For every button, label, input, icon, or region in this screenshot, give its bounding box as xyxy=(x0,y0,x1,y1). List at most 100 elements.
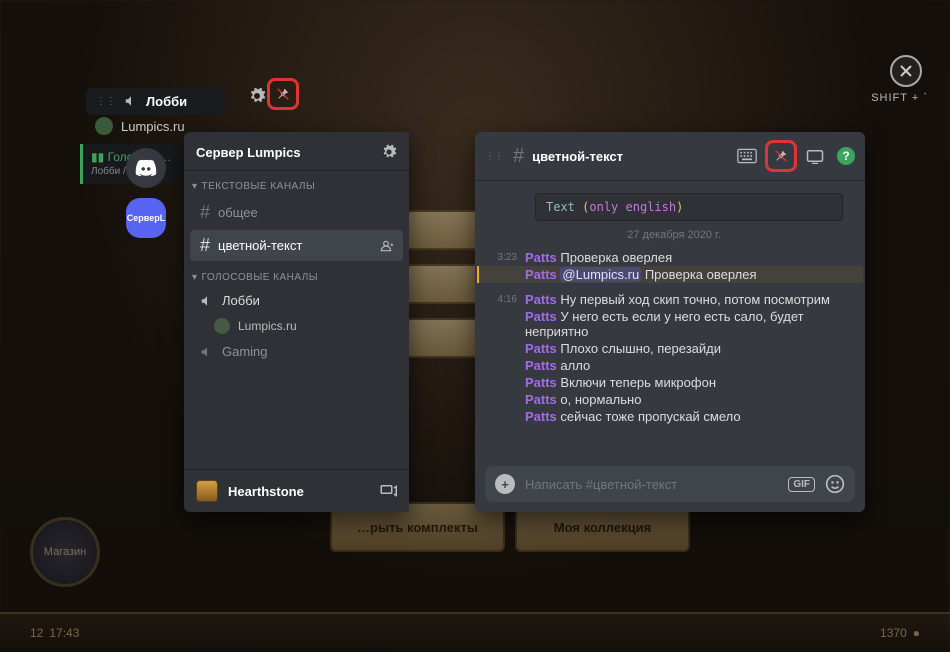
voice-member-name: Lumpics.ru xyxy=(238,319,297,333)
discord-home-button[interactable] xyxy=(126,148,166,188)
hs-clock: 17:43 xyxy=(49,626,79,640)
category-label: ТЕКСТОВЫЕ КАНАЛЫ xyxy=(202,181,316,192)
popup-window-icon[interactable] xyxy=(805,146,825,166)
message-author: Patts xyxy=(525,341,557,356)
server-header[interactable]: Сервер Lumpics xyxy=(184,132,409,171)
hash-icon: # xyxy=(513,145,524,168)
server-column: СерверL xyxy=(126,148,166,238)
channel-text-general[interactable]: # общее xyxy=(190,197,403,228)
chat-message[interactable]: 4:16Patts Ну первый ход скип точно, пото… xyxy=(485,291,863,308)
voice-widget-channel: Лобби xyxy=(146,94,187,109)
hash-icon: # xyxy=(200,202,210,223)
category-voice-channels[interactable]: ▾ ГОЛОСОВЫЕ КАНАЛЫ xyxy=(184,262,409,287)
code-token: Text xyxy=(546,200,575,214)
server-panel: Сервер Lumpics ▾ ТЕКСТОВЫЕ КАНАЛЫ # обще… xyxy=(184,132,409,512)
message-content: о, нормально xyxy=(560,392,647,407)
emoji-icon[interactable] xyxy=(825,474,845,494)
message-content: @Lumpics.ru Проверка оверлея xyxy=(560,267,762,282)
message-timestamp xyxy=(485,409,517,411)
message-author: Patts xyxy=(525,409,557,424)
chat-message[interactable]: Patts У него есть если у него есть сало,… xyxy=(485,308,863,340)
message-timestamp xyxy=(485,375,517,377)
chat-message[interactable]: Patts сейчас тоже пропускай смело xyxy=(485,408,863,425)
voice-channel-member[interactable]: Lumpics.ru xyxy=(184,314,409,338)
chat-message[interactable]: 3:23Patts Проверка оверлея xyxy=(485,249,863,266)
hs-bottom-bar: 12 17:43 1370 ● xyxy=(0,612,950,652)
game-activity-bar: Hearthstone xyxy=(184,469,409,512)
message-content: Ну первый ход скип точно, потом посмотри… xyxy=(560,292,835,307)
avatar xyxy=(214,318,230,334)
channel-voice-gaming[interactable]: Gaming xyxy=(190,339,403,364)
speaker-icon xyxy=(200,345,214,359)
date-divider: 27 декабря 2020 г. xyxy=(485,229,863,241)
drag-handle-icon[interactable]: ⋮⋮ xyxy=(96,96,116,107)
help-icon[interactable]: ? xyxy=(837,147,855,165)
code-token: ) xyxy=(676,200,683,214)
voice-widget-user-row: Lumpics.ru xyxy=(95,117,185,135)
server-name: Сервер Lumpics xyxy=(196,145,301,160)
message-timestamp xyxy=(485,341,517,343)
message-author: Patts xyxy=(525,309,557,324)
chat-input-placeholder: Написать #цветной-текст xyxy=(525,477,778,492)
voice-widget-settings-icon[interactable] xyxy=(248,87,266,105)
chat-message[interactable]: Patts Плохо слышно, перезайди xyxy=(485,340,863,357)
message-author: Patts xyxy=(525,392,557,407)
pin-icon[interactable] xyxy=(275,86,291,102)
mention[interactable]: @Lumpics.ru xyxy=(560,267,641,282)
message-content: сейчас тоже пропускай смело xyxy=(560,409,746,424)
code-block: Text (only english) xyxy=(535,193,843,221)
speaker-icon xyxy=(124,94,138,108)
chevron-down-icon: ▾ xyxy=(192,181,198,192)
channel-text-colored[interactable]: # цветной-текст xyxy=(190,230,403,261)
overlay-close-button[interactable] xyxy=(890,55,922,87)
chat-message[interactable]: Patts о, нормально xyxy=(485,391,863,408)
hash-icon: # xyxy=(200,235,210,256)
message-content: Плохо слышно, перезайди xyxy=(560,341,727,356)
speaker-icon xyxy=(200,294,214,308)
channel-voice-lobby[interactable]: Лобби xyxy=(190,288,403,313)
message-content: Включи теперь микрофон xyxy=(560,375,722,390)
server-settings-icon[interactable] xyxy=(381,144,397,160)
chat-pin-highlight xyxy=(765,140,797,172)
keyboard-icon[interactable] xyxy=(737,146,757,166)
drag-handle-icon[interactable]: ⋮⋮ xyxy=(485,151,503,162)
hs-level: 12 xyxy=(30,626,43,640)
voice-widget-pin-highlight xyxy=(267,78,299,110)
chat-messages[interactable]: Text (only english) 27 декабря 2020 г. 3… xyxy=(475,181,865,460)
message-timestamp xyxy=(485,392,517,394)
chat-input[interactable]: + Написать #цветной-текст GIF xyxy=(485,466,855,502)
chat-message[interactable]: Patts алло xyxy=(485,357,863,374)
message-timestamp xyxy=(485,358,517,360)
message-author: Patts xyxy=(525,250,557,265)
message-author: Patts xyxy=(525,375,557,390)
message-timestamp: 4:16 xyxy=(485,292,517,305)
hs-shop-badge: Магазин xyxy=(30,517,100,587)
chat-panel: ⋮⋮ # цветной-текст ? Text (only english)… xyxy=(475,132,865,512)
channel-label: Gaming xyxy=(222,344,268,359)
category-text-channels[interactable]: ▾ ТЕКСТОВЫЕ КАНАЛЫ xyxy=(184,171,409,196)
voice-widget-user: Lumpics.ru xyxy=(121,119,185,134)
message-author: Patts xyxy=(525,267,557,282)
chat-message[interactable]: Patts Включи теперь микрофон xyxy=(485,374,863,391)
chat-channel-name: цветной-текст xyxy=(532,149,623,164)
message-content: У него есть если у него есть сало, будет… xyxy=(525,309,804,339)
voice-widget[interactable]: ⋮⋮ Лобби xyxy=(86,88,226,115)
code-token: only xyxy=(589,200,618,214)
channel-label: общее xyxy=(218,205,258,220)
stream-screen-icon[interactable] xyxy=(379,482,397,500)
game-name: Hearthstone xyxy=(228,484,304,499)
invite-icon[interactable] xyxy=(379,239,393,253)
server-icon-lumpics[interactable]: СерверL xyxy=(126,198,166,238)
chat-message[interactable]: Patts @Lumpics.ru Проверка оверлея xyxy=(477,266,863,283)
hs-gold-amount: 1370 xyxy=(880,626,907,640)
message-content: Проверка оверлея xyxy=(560,250,678,265)
chevron-down-icon: ▾ xyxy=(192,272,198,283)
attach-icon[interactable]: + xyxy=(495,474,515,494)
code-token: english xyxy=(626,200,677,214)
signal-icon: ▮▮ xyxy=(91,150,104,164)
channel-label: цветной-текст xyxy=(218,238,302,253)
message-timestamp xyxy=(485,309,517,311)
overlay-shortcut-hint: SHIFT + ` xyxy=(871,92,928,104)
pin-icon[interactable] xyxy=(771,146,791,166)
gif-button[interactable]: GIF xyxy=(788,477,815,492)
